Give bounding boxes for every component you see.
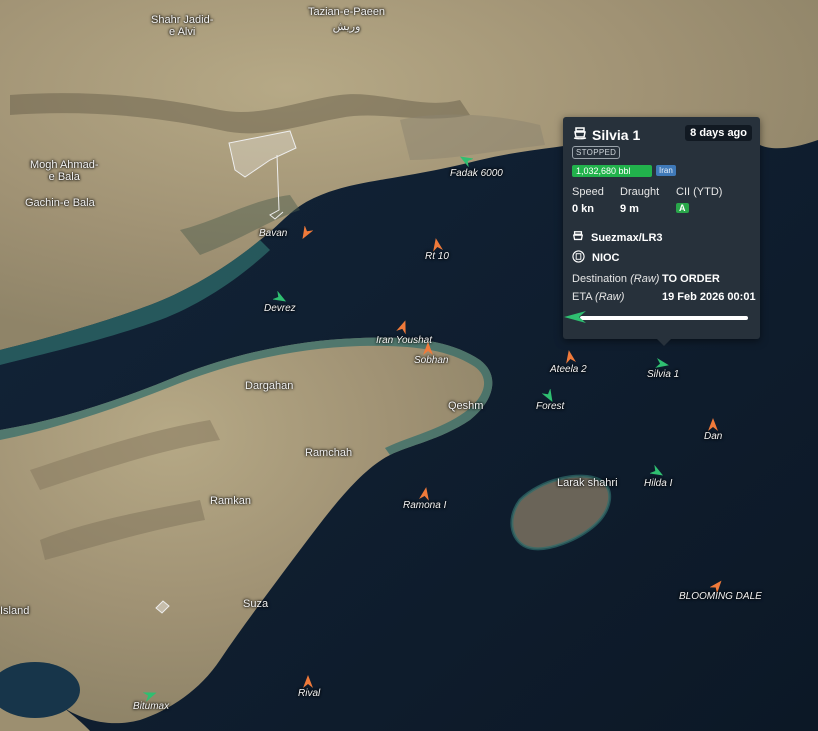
vessel-label[interactable]: Ateela 2 <box>550 364 587 375</box>
owner-name: NIOC <box>592 252 620 264</box>
vessel-marker[interactable] <box>396 320 410 334</box>
vessel-label[interactable]: Silvia 1 <box>647 369 679 380</box>
building-icon <box>572 250 585 266</box>
place-larak: Larak shahri <box>557 477 618 489</box>
ship-icon <box>572 230 584 245</box>
vessel-marker[interactable] <box>418 487 432 501</box>
owner-row: NIOC <box>572 250 620 266</box>
vessel-marker[interactable] <box>650 465 664 479</box>
vessel-label[interactable]: Bavan <box>259 228 287 239</box>
place-island: Island <box>0 605 30 617</box>
eta-label: ETA (Raw) <box>572 291 625 303</box>
speed-value: 0 kn <box>572 203 595 215</box>
vessel-label[interactable]: Devrez <box>264 303 296 314</box>
vessel-marker[interactable] <box>301 675 315 689</box>
vessel-marker[interactable] <box>459 153 473 167</box>
place-shahr-jadid: Shahr Jadid- e Alvi <box>151 14 214 38</box>
eta-value: 19 Feb 2026 00:01 <box>662 291 756 303</box>
vessel-label[interactable]: Bitumax <box>133 701 169 712</box>
flag-badge: Iran <box>656 165 676 176</box>
status-badge: STOPPED <box>572 146 621 159</box>
place-ramkan: Ramkan <box>210 495 251 507</box>
vessel-label[interactable]: Fadak 6000 <box>450 168 503 179</box>
vessel-label[interactable]: Sobhan <box>414 355 448 366</box>
vessel-marker[interactable] <box>706 418 720 432</box>
draught-label: Draught <box>620 186 660 198</box>
vessel-marker[interactable] <box>299 226 313 240</box>
vessel-class-row: Suezmax/LR3 <box>572 230 663 245</box>
voyage-progress-bar <box>580 316 748 320</box>
popup-title: Silvia 1 <box>573 126 640 143</box>
vessel-class: Suezmax/LR3 <box>591 231 663 244</box>
cii-label: CII (YTD) <box>676 186 723 198</box>
capacity-badge: 1,032,680 bbl <box>572 165 652 177</box>
vessel-popup[interactable]: Silvia 1 8 days ago STOPPED 1,032,680 bb… <box>563 117 760 346</box>
vessel-marker[interactable] <box>421 342 435 356</box>
vessel-label[interactable]: Hilda I <box>644 478 672 489</box>
place-gachin: Gachin-e Bala <box>25 197 95 209</box>
vessel-label[interactable]: Dan <box>704 431 722 442</box>
vessel-label[interactable]: BLOOMING DALE <box>679 591 762 602</box>
place-tazian: Tazian-e-Paeen وریش <box>308 6 386 33</box>
cii-badge: A <box>676 203 689 213</box>
vessel-label[interactable]: Forest <box>536 401 564 412</box>
vessel-marker[interactable] <box>143 688 157 702</box>
vessel-label[interactable]: Rival <box>298 688 320 699</box>
place-suza: Suza <box>243 598 269 610</box>
destination-value: TO ORDER <box>662 273 720 285</box>
draught-value: 9 m <box>620 203 639 215</box>
vessel-marker[interactable] <box>563 350 577 364</box>
vessel-marker[interactable] <box>430 238 444 252</box>
place-qeshm: Qeshm <box>448 400 484 412</box>
place-mogh-ahmad: Mogh Ahmad- e Bala <box>30 159 99 183</box>
place-ramchah: Ramchah <box>305 447 353 459</box>
popup-vessel-name: Silvia 1 <box>592 126 641 143</box>
satellite-map[interactable] <box>0 0 818 731</box>
place-dargahan: Dargahan <box>245 380 294 392</box>
last-seen-badge: 8 days ago <box>685 125 752 141</box>
ship-icon <box>573 126 587 143</box>
vessel-label[interactable]: Rt 10 <box>425 251 449 262</box>
speed-label: Speed <box>572 186 604 198</box>
vessel-label[interactable]: Ramona I <box>403 500 446 511</box>
destination-label: Destination (Raw) <box>572 273 660 285</box>
voyage-ship-icon <box>564 310 586 324</box>
